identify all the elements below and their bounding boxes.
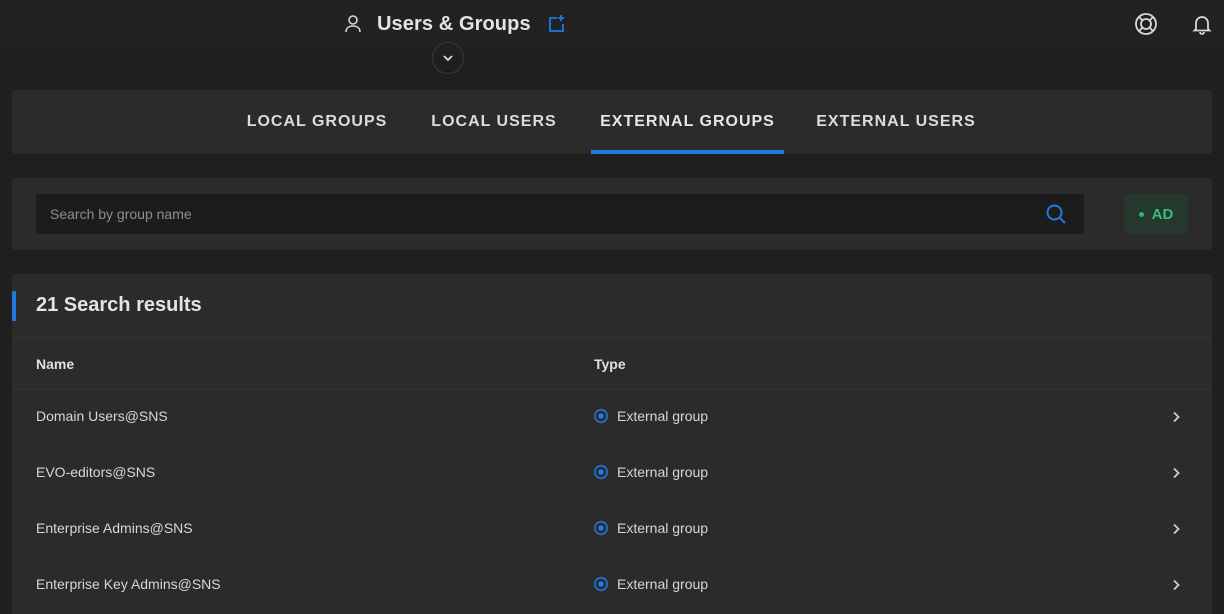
group-name: EVO-editors@SNS [36,464,156,480]
ad-filter-label: AD [1151,205,1174,223]
page-title: Users & Groups [377,12,531,35]
chevron-down-icon [441,51,455,65]
lifebuoy-icon [1134,12,1158,36]
table-row[interactable]: Enterprise Key Admins@SNS External group [12,557,1212,613]
table-header: Name Type [12,338,1212,390]
expand-header-button[interactable] [432,42,464,74]
group-type: External group [593,520,708,536]
search-box [36,194,1084,234]
search-panel: AD [12,178,1212,250]
column-header-type[interactable]: Type [594,356,626,372]
table-row[interactable]: Domain Users@SNS External group [12,389,1212,445]
external-group-icon [593,520,609,536]
tab-bar: LOCAL GROUPS LOCAL USERS EXTERNAL GROUPS… [12,90,1212,154]
pin-icon[interactable] [545,13,567,35]
table-row[interactable]: Enterprise Admins@SNS External group [12,501,1212,557]
chevron-right-icon[interactable] [1168,577,1184,593]
user-icon [342,13,364,35]
external-group-icon [593,408,609,424]
chevron-right-icon[interactable] [1168,409,1184,425]
tab-external-users[interactable]: EXTERNAL USERS [808,90,984,154]
ad-filter-chip[interactable]: AD [1124,194,1188,234]
tab-external-groups[interactable]: EXTERNAL GROUPS [591,90,784,154]
group-type-label: External group [617,576,709,592]
group-type-label: External group [617,520,709,536]
chevron-right-icon[interactable] [1168,521,1184,537]
status-dot [1138,211,1144,217]
bell-icon [1191,13,1213,35]
chevron-right-icon[interactable] [1168,465,1184,481]
external-group-icon [593,576,609,592]
tab-local-groups[interactable]: LOCAL GROUPS [238,90,396,154]
results-count-title: 21 Search results [36,294,202,316]
group-type-label: External group [617,408,709,424]
accent-bar [12,291,16,321]
column-header-name[interactable]: Name [36,356,74,372]
tab-local-users[interactable]: LOCAL USERS [422,90,566,154]
group-name: Domain Users@SNS [36,408,168,424]
search-icon[interactable] [1044,202,1068,226]
results-panel: 21 Search results Name Type Domain Users… [12,274,1212,614]
search-input[interactable] [36,194,1044,234]
group-name: Enterprise Key Admins@SNS [36,576,221,592]
group-type: External group [593,576,708,592]
group-type: External group [593,408,708,424]
results-header: 21 Search results [12,274,1212,338]
group-type: External group [593,464,708,480]
page-header: Users & Groups [342,10,567,38]
external-group-icon [593,464,609,480]
top-bar [0,0,1224,48]
group-type-label: External group [617,464,709,480]
notifications-button[interactable] [1190,12,1214,36]
table-row[interactable]: EVO-editors@SNS External group [12,445,1212,501]
help-button[interactable] [1134,12,1158,36]
group-name: Enterprise Admins@SNS [36,520,193,536]
